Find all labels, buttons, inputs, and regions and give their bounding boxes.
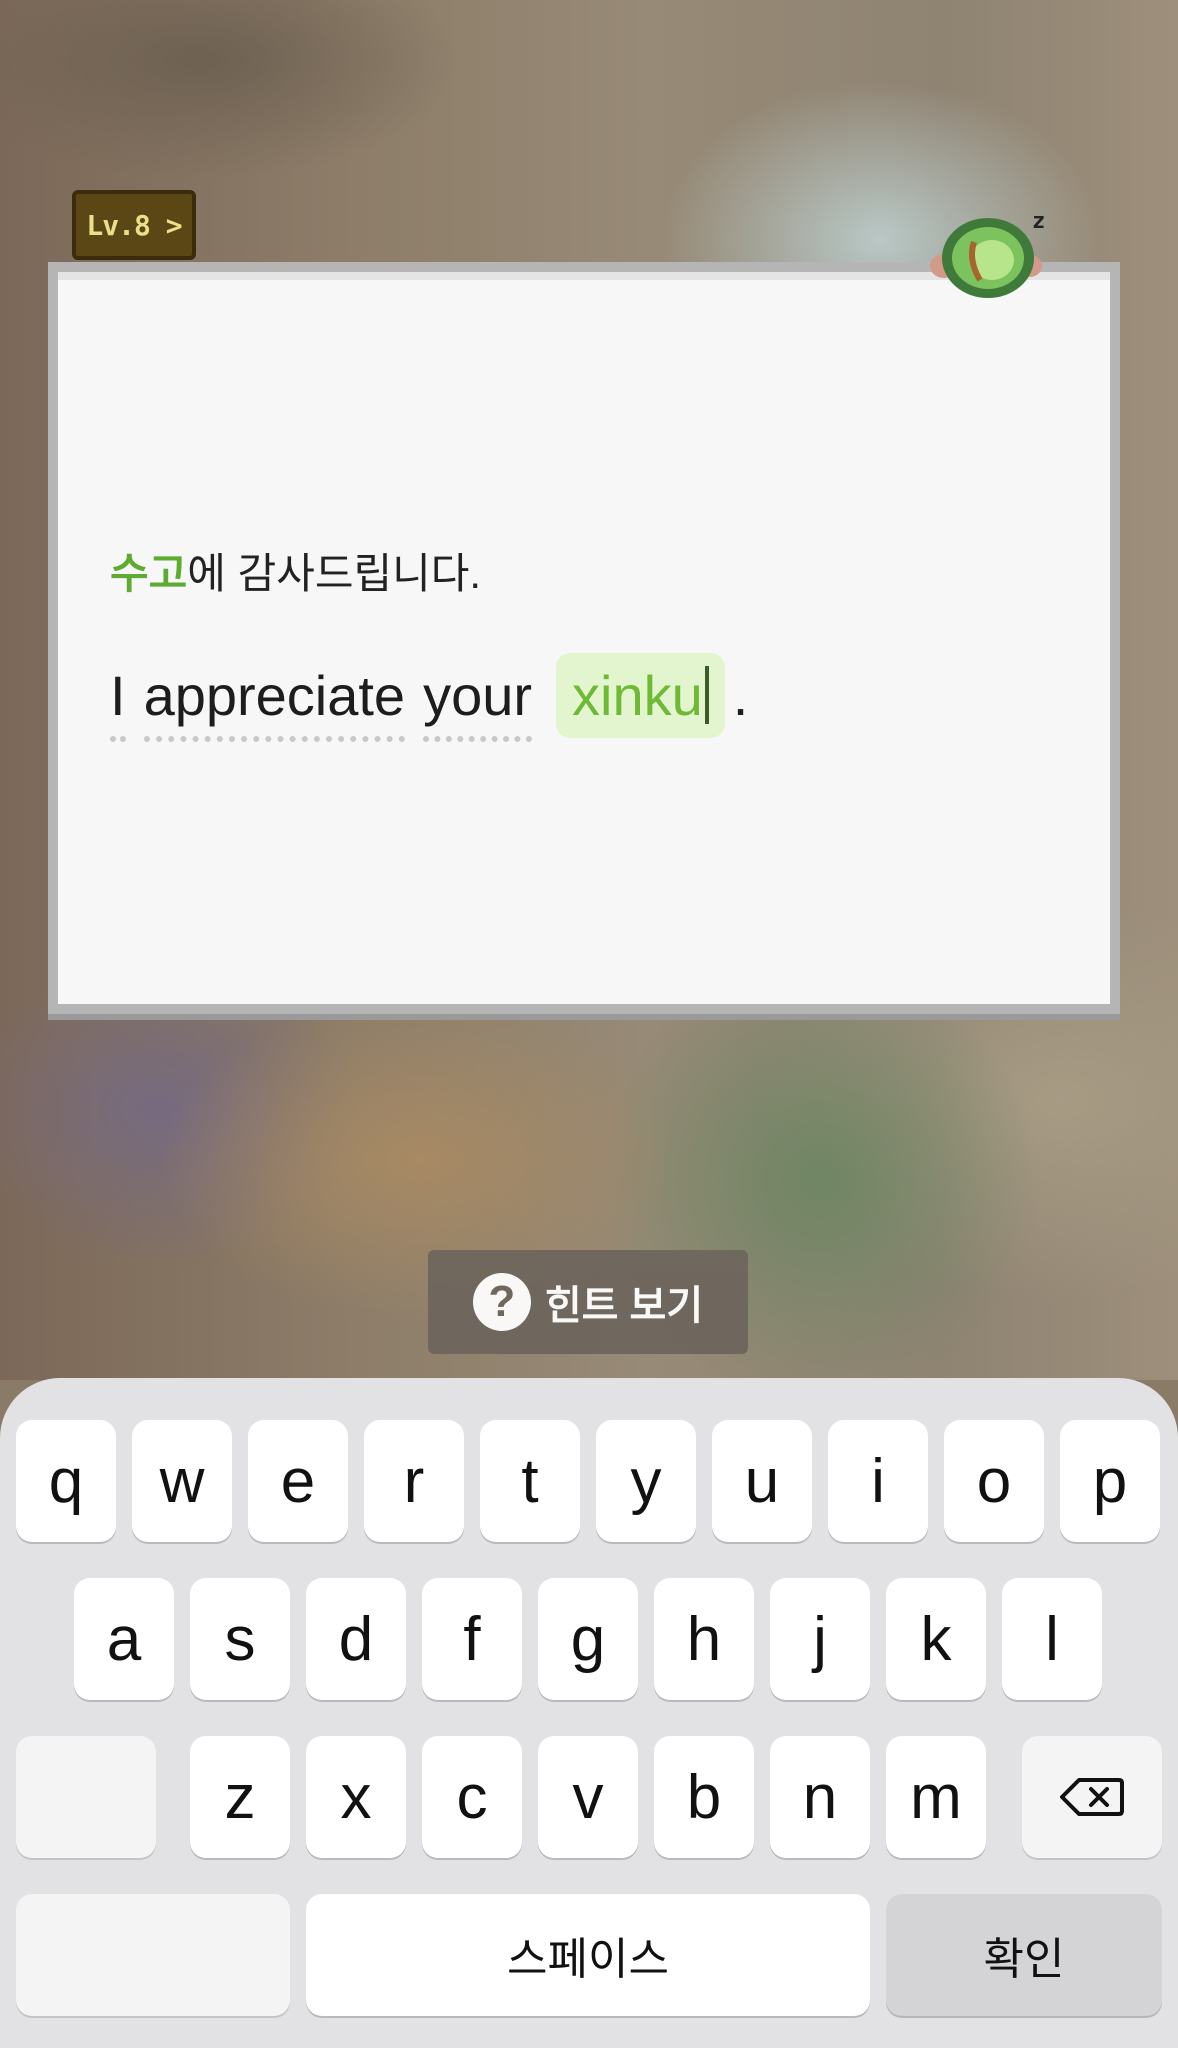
globe-key[interactable] (16, 1894, 290, 2016)
question-mark-icon: ? (472, 1273, 531, 1331)
key-u[interactable]: u (712, 1420, 812, 1542)
key-e[interactable]: e (248, 1420, 348, 1542)
key-f[interactable]: f (422, 1578, 522, 1700)
key-r[interactable]: r (364, 1420, 464, 1542)
keyboard: q w e r t y u i o p a s d f g h j k l z … (0, 1378, 1178, 2048)
key-w[interactable]: w (132, 1420, 232, 1542)
key-t[interactable]: t (480, 1420, 580, 1542)
key-b[interactable]: b (654, 1736, 754, 1858)
key-y[interactable]: y (596, 1420, 696, 1542)
key-j[interactable]: j (770, 1578, 870, 1700)
show-hint-button[interactable]: ? 힌트 보기 (428, 1250, 748, 1354)
key-p[interactable]: p (1060, 1420, 1160, 1542)
key-s[interactable]: s (190, 1578, 290, 1700)
key-n[interactable]: n (770, 1736, 870, 1858)
key-o[interactable]: o (944, 1420, 1044, 1542)
backspace-key[interactable] (1022, 1736, 1162, 1858)
key-l[interactable]: l (1002, 1578, 1102, 1700)
key-m[interactable]: m (886, 1736, 986, 1858)
hint-label: 힌트 보기 (544, 1284, 704, 1328)
sentence-word: your (423, 663, 533, 742)
sentence-word: appreciate (143, 663, 406, 742)
shift-key[interactable] (16, 1736, 156, 1858)
text-cursor (704, 666, 709, 724)
english-sentence: I appreciate your xinku . (110, 650, 749, 742)
key-q[interactable]: q (16, 1420, 116, 1542)
key-z[interactable]: z (190, 1736, 290, 1858)
key-h[interactable]: h (654, 1578, 754, 1700)
key-a[interactable]: a (74, 1578, 174, 1700)
level-badge[interactable]: Lv.8 > (72, 190, 196, 260)
sleeping-turtle-icon: z (930, 209, 1045, 298)
korean-highlight-word: 수고 (110, 550, 188, 597)
confirm-key[interactable]: 확인 (886, 1894, 1162, 2016)
answer-input[interactable]: xinku (556, 652, 725, 738)
key-v[interactable]: v (538, 1736, 638, 1858)
svg-text:z: z (1032, 209, 1045, 234)
key-c[interactable]: c (422, 1736, 522, 1858)
key-i[interactable]: i (828, 1420, 928, 1542)
sentence-period: . (732, 663, 749, 727)
key-g[interactable]: g (538, 1578, 638, 1700)
space-key[interactable]: 스페이스 (306, 1894, 870, 2016)
answer-text: xinku (572, 663, 703, 727)
backspace-icon (1060, 1778, 1124, 1816)
key-k[interactable]: k (886, 1578, 986, 1700)
question-card (48, 262, 1120, 1014)
korean-rest: 에 감사드립니다. (187, 550, 482, 597)
key-x[interactable]: x (306, 1736, 406, 1858)
sentence-word: I (110, 663, 126, 742)
key-d[interactable]: d (306, 1578, 406, 1700)
korean-prompt: 수고에 감사드립니다. (110, 540, 481, 601)
